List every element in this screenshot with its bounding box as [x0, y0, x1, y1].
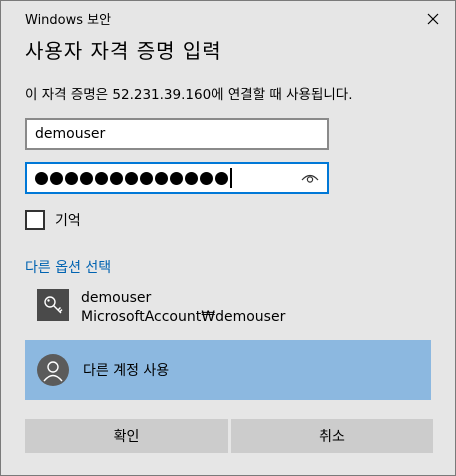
password-mask-dot [170, 171, 183, 185]
dialog-heading: 사용자 자격 증명 입력 [25, 39, 222, 63]
password-mask-dot [125, 171, 138, 185]
password-mask-dot [200, 171, 213, 185]
account-name: demouser [81, 290, 152, 306]
password-mask-dot [140, 171, 153, 185]
password-mask-dot [50, 171, 63, 185]
remember-label: 기억 [55, 213, 81, 229]
password-mask-dot [95, 171, 108, 185]
eye-icon [301, 174, 319, 183]
password-mask-dot [215, 171, 228, 185]
remember-checkbox-row[interactable]: 기억 [25, 210, 81, 230]
close-icon [427, 13, 439, 25]
text-caret [230, 168, 232, 188]
password-mask-dot [110, 171, 123, 185]
password-mask-dot [185, 171, 198, 185]
remember-checkbox[interactable] [25, 210, 45, 230]
password-mask-dot [80, 171, 93, 185]
window-title: Windows 보안 [25, 13, 112, 28]
credential-dialog: Windows 보안 사용자 자격 증명 입력 이 자격 증명은 52.231.… [0, 0, 456, 476]
reveal-password-button[interactable] [299, 168, 321, 188]
use-other-account-option[interactable]: 다른 계정 사용 [25, 340, 431, 400]
password-mask [35, 171, 228, 185]
password-mask-dot [155, 171, 168, 185]
username-value: demouser [35, 126, 106, 142]
ok-button[interactable]: 확인 [25, 419, 228, 453]
key-icon [37, 289, 69, 321]
user-avatar-icon [37, 354, 69, 386]
password-mask-dot [35, 171, 48, 185]
title-bar: Windows 보안 [1, 1, 455, 35]
close-button[interactable] [421, 7, 445, 31]
username-field[interactable]: demouser [25, 118, 329, 150]
password-mask-dot [65, 171, 78, 185]
other-account-label: 다른 계정 사용 [83, 363, 170, 379]
password-field[interactable] [25, 162, 329, 194]
account-text: demouser MicrosoftAccount₩demouser [81, 289, 285, 327]
cancel-button[interactable]: 취소 [231, 419, 433, 453]
dialog-message: 이 자격 증명은 52.231.39.160에 연결할 때 사용됩니다. [25, 87, 353, 103]
account-domain: MicrosoftAccount₩demouser [81, 309, 286, 325]
more-options-link[interactable]: 다른 옵션 선택 [25, 257, 111, 277]
account-option[interactable]: demouser MicrosoftAccount₩demouser [37, 289, 285, 327]
